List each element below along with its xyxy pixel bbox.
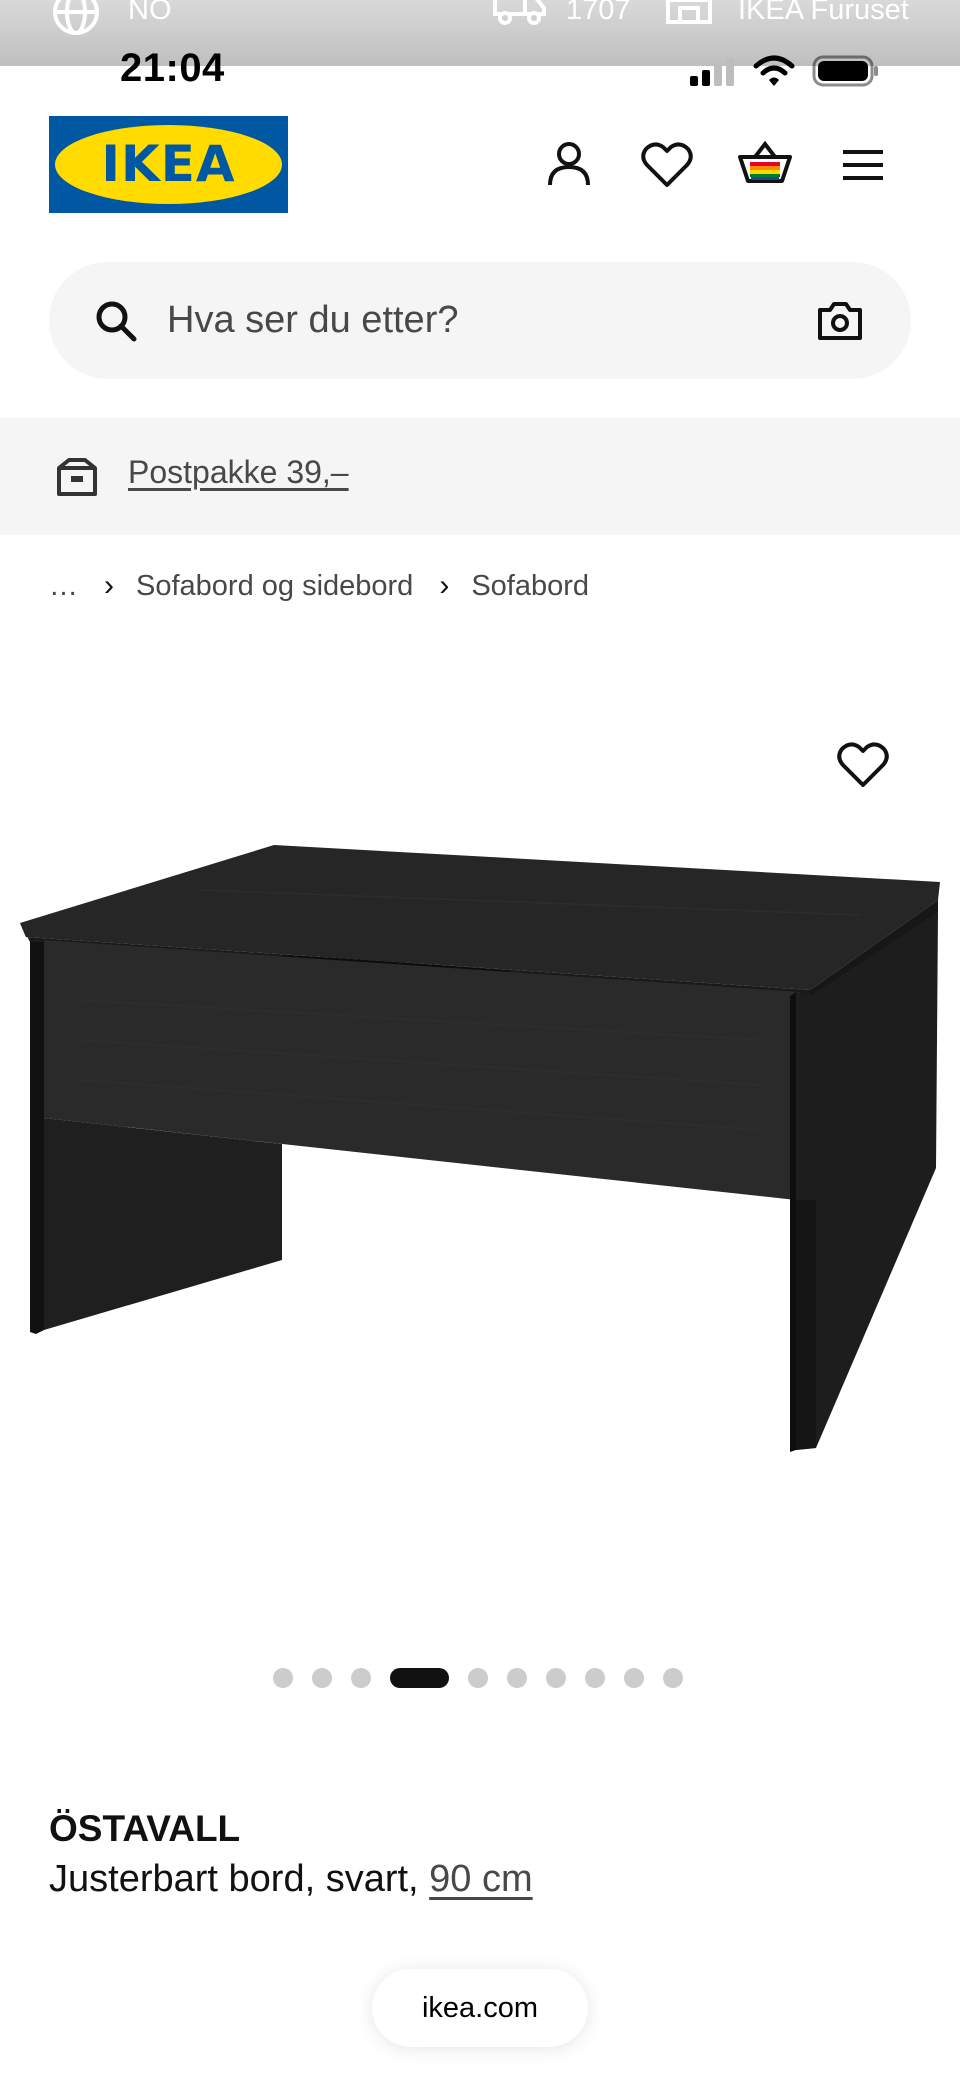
breadcrumb-ellipsis[interactable]: … bbox=[49, 570, 78, 603]
carousel-dot[interactable] bbox=[585, 1668, 605, 1688]
product-image[interactable] bbox=[0, 700, 960, 1490]
search-bar[interactable]: Hva ser du etter? bbox=[49, 262, 911, 379]
browser-url-pill[interactable]: ikea.com bbox=[372, 1969, 588, 2047]
postcode[interactable]: 1707 bbox=[566, 0, 631, 27]
cart-icon[interactable] bbox=[735, 135, 795, 195]
parcel-icon bbox=[57, 458, 97, 496]
battery-icon bbox=[812, 55, 878, 87]
carousel-dot[interactable] bbox=[663, 1668, 683, 1688]
carousel-dot[interactable] bbox=[312, 1668, 332, 1688]
store-icon bbox=[666, 0, 712, 24]
camera-search-icon[interactable] bbox=[816, 300, 864, 342]
delivery-truck-icon bbox=[493, 0, 546, 25]
chevron-right-icon: › bbox=[104, 569, 114, 602]
breadcrumb-item[interactable]: Sofabord bbox=[471, 570, 589, 603]
wishlist-icon[interactable] bbox=[637, 135, 697, 195]
ikea-logo[interactable]: IKEA bbox=[49, 116, 288, 213]
search-input[interactable]: Hva ser du etter? bbox=[167, 262, 458, 379]
signal-icon bbox=[690, 58, 734, 86]
store-name[interactable]: IKEA Furuset bbox=[738, 0, 909, 27]
carousel-dot[interactable] bbox=[468, 1668, 488, 1688]
menu-icon[interactable] bbox=[833, 135, 893, 195]
shipping-promo-bar[interactable]: Postpakke 39,– bbox=[0, 418, 960, 535]
image-carousel-dots bbox=[273, 1666, 683, 1690]
shipping-promo-link[interactable]: Postpakke 39,– bbox=[128, 418, 349, 527]
globe-icon[interactable] bbox=[50, 0, 102, 38]
product-size-link[interactable]: 90 cm bbox=[429, 1858, 532, 1900]
product-description: Justerbart bord, svart, 90 cm bbox=[49, 1858, 533, 1901]
product-name: ÖSTAVALL bbox=[49, 1808, 241, 1849]
carousel-dot-active[interactable] bbox=[390, 1668, 449, 1688]
search-icon bbox=[96, 301, 137, 342]
breadcrumb-item[interactable]: Sofabord og sidebord bbox=[136, 570, 413, 603]
account-icon[interactable] bbox=[539, 135, 599, 195]
product-type: Justerbart bord, svart, bbox=[49, 1858, 419, 1900]
logo-text: IKEA bbox=[101, 135, 236, 193]
carousel-dot[interactable] bbox=[546, 1668, 566, 1688]
carousel-dot[interactable] bbox=[507, 1668, 527, 1688]
carousel-dot[interactable] bbox=[624, 1668, 644, 1688]
wifi-icon bbox=[753, 55, 795, 86]
language-code[interactable]: NO bbox=[128, 0, 172, 27]
breadcrumb: … › Sofabord og sidebord › Sofabord bbox=[49, 566, 589, 606]
carousel-dot[interactable] bbox=[273, 1668, 293, 1688]
status-time: 21:04 bbox=[120, 46, 225, 90]
carousel-dot[interactable] bbox=[351, 1668, 371, 1688]
chevron-right-icon: › bbox=[439, 569, 450, 602]
